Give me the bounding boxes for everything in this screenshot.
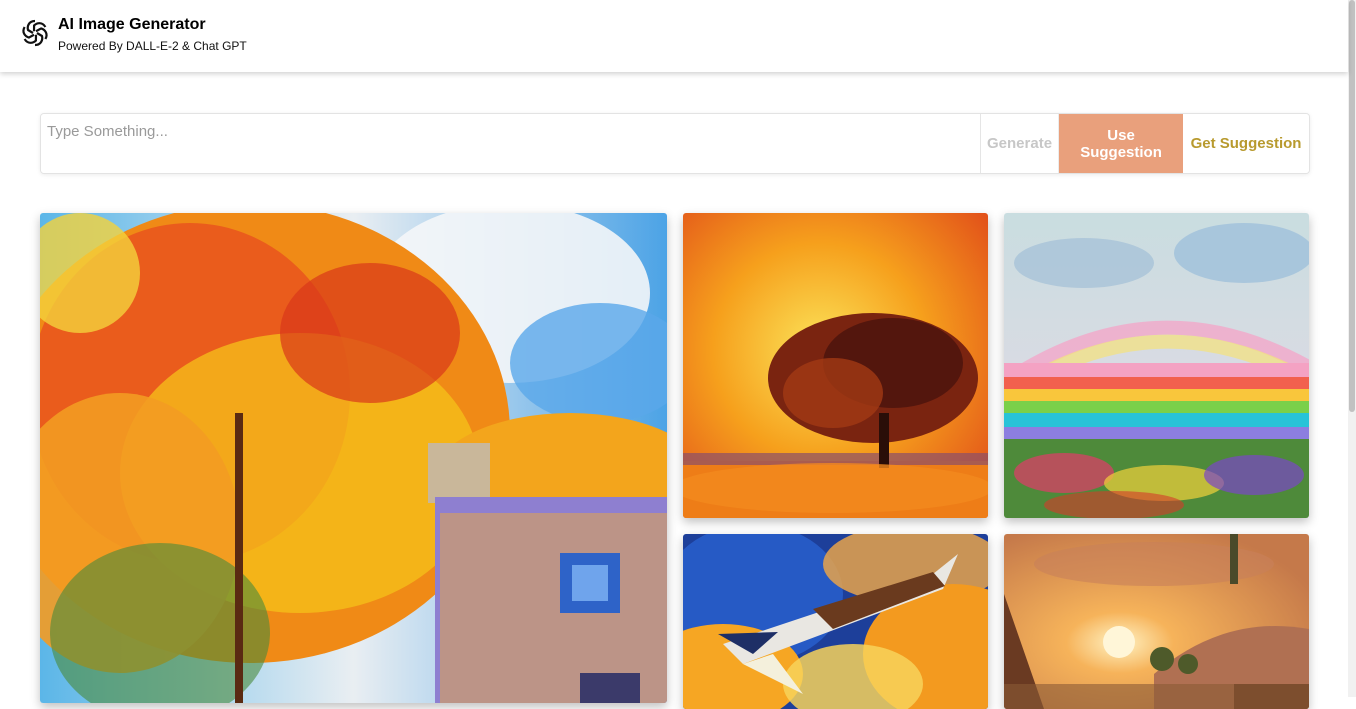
gallery-image-autumn-house[interactable] xyxy=(40,213,667,703)
use-suggestion-button[interactable]: Use Suggestion xyxy=(1059,114,1184,173)
openai-logo-icon[interactable] xyxy=(19,17,51,49)
app-subtitle: Powered By DALL-E-2 & Chat GPT xyxy=(58,39,247,53)
gallery-image-space-shuttle[interactable] xyxy=(683,534,988,709)
gallery-image-sunset-tree[interactable] xyxy=(683,213,988,518)
gallery-image-sunset-village[interactable] xyxy=(1004,534,1309,709)
generate-button[interactable]: Generate xyxy=(981,114,1060,173)
gallery-image-rainbow-field[interactable] xyxy=(1004,213,1309,518)
prompt-bar: Generate Use Suggestion Get Suggestion xyxy=(40,113,1310,174)
scrollbar-thumb[interactable] xyxy=(1349,0,1355,412)
app-header: AI Image Generator Powered By DALL-E-2 &… xyxy=(0,0,1348,72)
app-title: AI Image Generator xyxy=(58,16,206,33)
page-scrollbar[interactable] xyxy=(1348,0,1356,697)
prompt-input[interactable] xyxy=(41,114,981,173)
get-suggestion-button[interactable]: Get Suggestion xyxy=(1183,114,1309,173)
